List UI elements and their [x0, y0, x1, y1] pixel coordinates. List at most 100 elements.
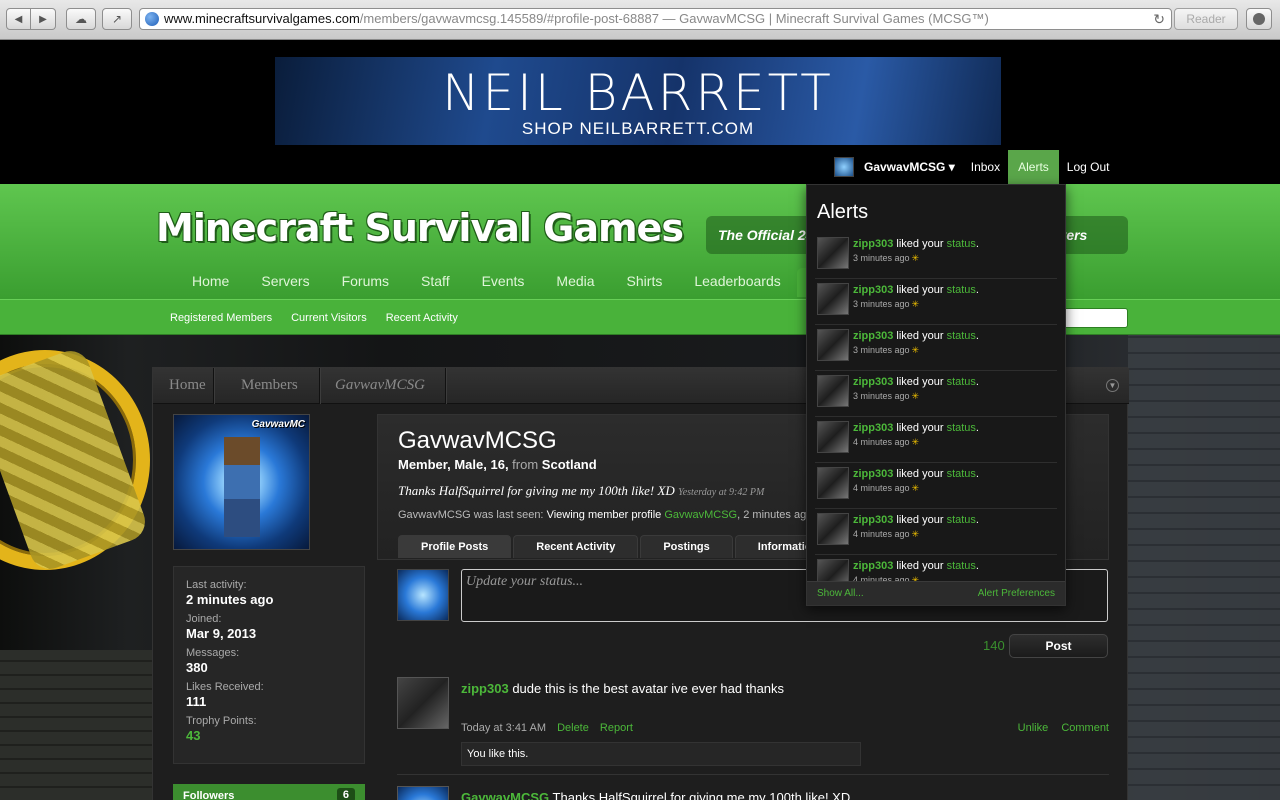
downloads-icon[interactable]	[1246, 8, 1272, 30]
ad-subtitle: SHOP NEILBARRETT.COM	[521, 119, 755, 138]
comment-link[interactable]: Comment	[1061, 722, 1109, 734]
recent-activity-link[interactable]: Recent Activity	[386, 312, 458, 324]
forward-button[interactable]: ▶	[31, 8, 56, 30]
alert-item[interactable]: zipp303 liked your status. 4 minutes ago…	[815, 463, 1057, 509]
alert-item[interactable]: zipp303 liked your status. 3 minutes ago…	[815, 371, 1057, 417]
alert-preferences-link[interactable]: Alert Preferences	[978, 588, 1055, 599]
avatar[interactable]	[817, 237, 849, 269]
inbox-link[interactable]: Inbox	[963, 150, 1008, 184]
avatar[interactable]	[817, 329, 849, 361]
post-author[interactable]: zipp303	[461, 681, 509, 696]
new-star-icon: ✳	[911, 437, 920, 447]
profile-avatar[interactable]: GavwavMC	[173, 414, 310, 550]
tab-postings[interactable]: Postings	[640, 535, 733, 558]
collapse-icon[interactable]: ▼	[1106, 379, 1119, 392]
breadcrumb-members[interactable]: Members	[241, 377, 298, 394]
sub-navigation: Registered Members Current Visitors Rece…	[0, 299, 1280, 335]
alert-user[interactable]: zipp303	[853, 330, 893, 342]
alert-time-text: 4 minutes ago	[853, 437, 910, 447]
alert-item[interactable]: zipp303 liked your status. 4 minutes ago…	[815, 417, 1057, 463]
avatar[interactable]	[834, 157, 854, 177]
alert-user[interactable]: zipp303	[853, 284, 893, 296]
followers-header[interactable]: Followers 6	[173, 784, 365, 800]
tab-servers[interactable]: Servers	[245, 268, 325, 297]
alert-user[interactable]: zipp303	[853, 422, 893, 434]
tab-media[interactable]: Media	[540, 268, 610, 297]
alert-user[interactable]: zipp303	[853, 560, 893, 572]
tab-shirts[interactable]: Shirts	[611, 268, 679, 297]
alert-action: liked your	[893, 376, 947, 388]
stat-label: Likes Received:	[186, 681, 264, 693]
alert-target[interactable]: status	[947, 560, 976, 572]
tab-profile-posts[interactable]: Profile Posts	[398, 535, 512, 558]
alerts-link[interactable]: Alerts	[1008, 150, 1059, 184]
alert-text: zipp303 liked your status.	[853, 422, 979, 434]
avatar[interactable]	[397, 677, 449, 729]
registered-members-link[interactable]: Registered Members	[170, 312, 272, 324]
alert-text: zipp303 liked your status.	[853, 238, 979, 250]
avatar[interactable]	[817, 559, 849, 583]
breadcrumb-current[interactable]: GavwavMCSG	[335, 377, 425, 394]
site-logo[interactable]: Minecraft Survival Games	[156, 206, 684, 250]
alert-target[interactable]: status	[947, 422, 976, 434]
ad-banner[interactable]: NEIL BARRETT SHOP NEILBARRETT.COM	[275, 57, 1001, 145]
user-location: Scotland	[541, 457, 597, 472]
back-button[interactable]: ◀	[6, 8, 31, 30]
alert-time-text: 3 minutes ago	[853, 391, 910, 401]
tab-home[interactable]: Home	[176, 268, 245, 297]
tab-leaderboards[interactable]: Leaderboards	[678, 268, 796, 297]
share-icon[interactable]: ↗	[102, 8, 132, 30]
icloud-icon[interactable]: ☁	[66, 8, 96, 30]
avatar[interactable]	[397, 569, 449, 621]
alert-target[interactable]: status	[947, 468, 976, 480]
tab-staff[interactable]: Staff	[405, 268, 466, 297]
alerts-list[interactable]: zipp303 liked your status. 3 minutes ago…	[815, 233, 1057, 583]
post-button[interactable]: Post	[1009, 634, 1108, 658]
alert-target[interactable]: status	[947, 376, 976, 388]
alert-user[interactable]: zipp303	[853, 238, 893, 250]
show-all-alerts-link[interactable]: Show All...	[817, 588, 864, 599]
last-seen-profile-link[interactable]: GavwavMCSG	[664, 509, 737, 521]
unlike-link[interactable]: Unlike	[1018, 722, 1049, 734]
profile-username: GavwavMCSG	[398, 427, 557, 454]
alert-item[interactable]: zipp303 liked your status. 3 minutes ago…	[815, 325, 1057, 371]
current-visitors-link[interactable]: Current Visitors	[291, 312, 367, 324]
tab-recent-activity[interactable]: Recent Activity	[513, 535, 639, 558]
stat-value: Mar 9, 2013	[186, 626, 257, 641]
alert-user[interactable]: zipp303	[853, 514, 893, 526]
last-seen: GavwavMCSG was last seen: Viewing member…	[398, 509, 812, 521]
stat-label: Messages:	[186, 647, 240, 659]
address-bar[interactable]: www.minecraftsurvivalgames.com/members/g…	[139, 8, 1172, 30]
alert-text: zipp303 liked your status.	[853, 514, 979, 526]
tab-events[interactable]: Events	[466, 268, 541, 297]
new-star-icon: ✳	[911, 483, 920, 493]
reload-icon[interactable]: ↻	[1153, 9, 1165, 29]
logout-link[interactable]: Log Out	[1059, 150, 1118, 184]
alert-item[interactable]: zipp303 liked your status. 4 minutes ago…	[815, 555, 1057, 583]
alert-target[interactable]: status	[947, 514, 976, 526]
alert-target[interactable]: status	[947, 238, 976, 250]
alert-item[interactable]: zipp303 liked your status. 3 minutes ago…	[815, 279, 1057, 325]
alert-text: zipp303 liked your status.	[853, 560, 979, 572]
account-menu[interactable]: GavwavMCSG ▾	[864, 150, 963, 184]
alert-target[interactable]: status	[947, 284, 976, 296]
alert-target[interactable]: status	[947, 330, 976, 342]
alert-user[interactable]: zipp303	[853, 468, 893, 480]
reader-button[interactable]: Reader	[1174, 8, 1238, 30]
avatar[interactable]	[817, 421, 849, 453]
avatar[interactable]	[817, 467, 849, 499]
avatar[interactable]	[817, 375, 849, 407]
avatar[interactable]	[817, 283, 849, 315]
alert-item[interactable]: zipp303 liked your status. 4 minutes ago…	[815, 509, 1057, 555]
delete-link[interactable]: Delete	[557, 722, 589, 734]
tab-forums[interactable]: Forums	[326, 268, 405, 297]
alert-user[interactable]: zipp303	[853, 376, 893, 388]
stat-value[interactable]: 43	[186, 727, 352, 744]
alert-item[interactable]: zipp303 liked your status. 3 minutes ago…	[815, 233, 1057, 279]
post-author[interactable]: GavwavMCSG	[461, 790, 549, 800]
report-link[interactable]: Report	[600, 722, 633, 734]
avatar[interactable]	[817, 513, 849, 545]
breadcrumb-home[interactable]: Home	[169, 377, 206, 394]
status-time: Yesterday at 9:42 PM	[678, 487, 765, 498]
avatar[interactable]	[397, 786, 449, 800]
